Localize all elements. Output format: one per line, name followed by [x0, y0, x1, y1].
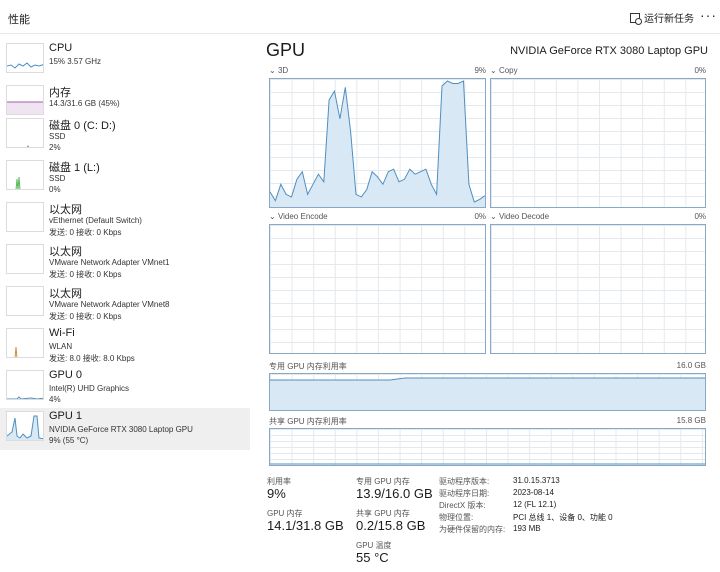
sidebar-item-ethernet-vmnet8[interactable]: 以太网 VMware Network Adapter VMnet8 发送: 0 … [0, 283, 250, 325]
sidebar-item-ethernet-default[interactable]: 以太网 vEthernet (Default Switch) 发送: 0 接收:… [0, 199, 250, 241]
gpu-temperature-value: 55 °C [356, 550, 389, 565]
gpu-0-thumbnail [6, 370, 44, 400]
gpu-title: GPU [266, 40, 306, 60]
graph-label-video-encode: Video Encode [277, 212, 328, 221]
sidebar-item-detail-2: 4% [49, 395, 61, 404]
driver-version-label: 驱动程序版本: [439, 477, 490, 486]
sidebar-item-detail-2: 2% [49, 143, 61, 152]
run-new-task-label: 运行新任务 [644, 14, 694, 25]
physical-location-label: 物理位置: [439, 513, 474, 522]
sidebar-item-name: GPU 1 [49, 410, 83, 422]
dedicated-memory-stat-value: 13.9/16.0 GB [356, 486, 433, 501]
sidebar-item-name: GPU 0 [49, 369, 83, 381]
graph-video-encode [269, 224, 486, 354]
sidebar-item-name: 以太网 [49, 204, 82, 216]
sidebar-item-detail: WLAN [49, 342, 73, 351]
cpu-thumbnail [6, 43, 44, 73]
sidebar-item-name: 以太网 [49, 288, 82, 300]
sidebar-item-detail-2: 0% [49, 185, 61, 194]
ethernet-thumbnail [6, 244, 44, 274]
disk-0-thumbnail [6, 118, 44, 148]
driver-version-value: 31.0.15.3713 [513, 476, 560, 485]
sidebar-item-detail-2: 9% (55 °C) [49, 436, 89, 445]
sidebar-item-name: Wi-Fi [49, 327, 75, 339]
sidebar-item-detail: Intel(R) UHD Graphics [49, 384, 130, 393]
dedicated-memory-label: 专用 GPU 内存利用率 [269, 362, 347, 371]
graph-3d [269, 78, 486, 208]
sidebar-item-detail-2: 发送: 0 接收: 0 Kbps [49, 312, 122, 321]
disk-1-thumbnail [6, 160, 44, 190]
chart-3d-plot [270, 80, 485, 207]
dedicated-memory-max: 16.0 GB [676, 361, 706, 370]
sidebar-item-name: CPU [49, 42, 73, 54]
gpu-model-name: NVIDIA GeForce RTX 3080 Laptop GPU [510, 45, 708, 57]
gpu-memory-value: 14.1/31.8 GB [267, 518, 344, 533]
shared-memory-label: 共享 GPU 内存利用率 [269, 417, 347, 426]
top-bar: 性能 运行新任务 ··· [0, 0, 720, 34]
graph-pct-3d: 9% [474, 66, 486, 75]
sidebar-item-disk-0[interactable]: 磁盘 0 (C: D:) SSD 2% [0, 115, 250, 157]
directx-version-label: DirectX 版本: [439, 501, 486, 510]
sidebar-item-detail: vEthernet (Default Switch) [49, 216, 142, 225]
sidebar-item-disk-1[interactable]: 磁盘 1 (L:) SSD 0% [0, 157, 250, 199]
sidebar-item-wifi[interactable]: Wi-Fi WLAN 发送: 8.0 接收: 8.0 Kbps [0, 325, 250, 367]
graph-label-video-decode: Video Decode [498, 212, 550, 221]
sidebar-item-gpu-0[interactable]: GPU 0 Intel(R) UHD Graphics 4% [0, 367, 250, 409]
graph-dedicated-memory [269, 373, 706, 411]
shared-memory-max: 15.8 GB [676, 416, 706, 425]
run-new-task-button[interactable]: 运行新任务 [630, 10, 694, 25]
gpu-1-thumbnail [6, 411, 44, 441]
graph-pct-copy: 0% [694, 66, 706, 75]
sidebar-item-detail: SSD [49, 174, 66, 183]
graph-pct-video-encode: 0% [474, 212, 486, 221]
graph-label-copy: Copy [498, 66, 518, 75]
sidebar-item-detail-2: 发送: 8.0 接收: 8.0 Kbps [49, 354, 135, 363]
sidebar-item-name: 磁盘 0 (C: D:) [49, 120, 116, 132]
graph-shared-memory [269, 428, 706, 466]
driver-date-label: 驱动程序日期: [439, 489, 490, 498]
sidebar-item-detail: 14.3/31.6 GB (45%) [49, 99, 120, 108]
graph-selector-3d[interactable]: ⌄ 3D [269, 66, 288, 75]
sidebar-item-name: 内存 [49, 87, 71, 99]
run-task-icon [630, 12, 642, 25]
graph-copy [490, 78, 706, 208]
page-title: 性能 [8, 14, 30, 26]
shared-memory-stat-value: 0.2/15.8 GB [356, 518, 426, 533]
directx-version-value: 12 (FL 12.1) [513, 500, 557, 509]
sidebar-item-detail: 15% 3.57 GHz [49, 57, 102, 66]
more-options-button[interactable]: ··· [700, 7, 717, 23]
utilization-value: 9% [267, 486, 286, 501]
sidebar-item-name: 以太网 [49, 246, 82, 258]
graph-selector-video-encode[interactable]: ⌄ Video Encode [269, 212, 328, 221]
sidebar-item-detail: VMware Network Adapter VMnet8 [49, 300, 170, 309]
reserved-memory-value: 193 MB [513, 524, 541, 533]
graph-label-3d: 3D [277, 66, 289, 75]
sidebar-item-detail-2: 发送: 0 接收: 0 Kbps [49, 270, 122, 279]
memory-thumbnail [6, 85, 44, 115]
sidebar-item-detail: SSD [49, 132, 66, 141]
physical-location-value: PCI 总线 1、设备 0、功能 0 [513, 513, 613, 522]
reserved-memory-label: 为硬件保留的内存: [439, 525, 506, 534]
sidebar-item-gpu-1[interactable]: GPU 1 NVIDIA GeForce RTX 3080 Laptop GPU… [0, 408, 250, 450]
graph-pct-video-decode: 0% [694, 212, 706, 221]
driver-date-value: 2023-08-14 [513, 488, 554, 497]
wifi-thumbnail [6, 328, 44, 358]
graph-selector-video-decode[interactable]: ⌄ Video Decode [490, 212, 549, 221]
ethernet-thumbnail [6, 202, 44, 232]
sidebar-item-detail: VMware Network Adapter VMnet1 [49, 258, 170, 267]
sidebar-item-detail-2: 发送: 0 接收: 0 Kbps [49, 228, 122, 237]
graph-selector-copy[interactable]: ⌄ Copy [490, 66, 518, 75]
ethernet-thumbnail [6, 286, 44, 316]
sidebar-item-detail: NVIDIA GeForce RTX 3080 Laptop GPU [49, 425, 193, 434]
series-area-3d [270, 81, 485, 207]
sidebar-item-name: 磁盘 1 (L:) [49, 162, 100, 174]
graph-video-decode [490, 224, 706, 354]
sidebar-item-ethernet-vmnet1[interactable]: 以太网 VMware Network Adapter VMnet1 发送: 0 … [0, 241, 250, 283]
sidebar-item-cpu[interactable]: CPU 15% 3.57 GHz [0, 40, 250, 82]
